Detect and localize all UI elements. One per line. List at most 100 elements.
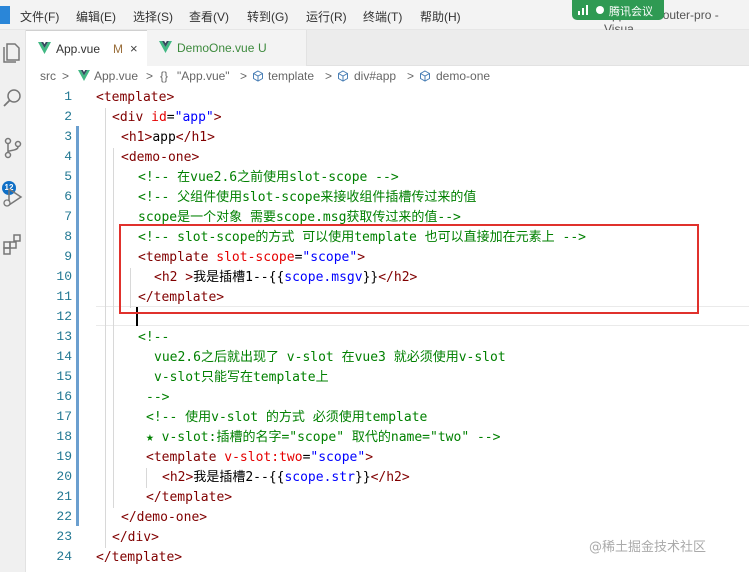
close-icon[interactable]: ×	[130, 41, 138, 56]
code-token: <div	[112, 110, 152, 125]
code-token: <demo-one>	[121, 150, 200, 165]
menu-go[interactable]: 转到(G)	[247, 8, 288, 25]
line-number: 24	[56, 549, 72, 564]
code-line: <!-- 父组件使用slot-scope来接收组件插槽传过来的值	[138, 188, 476, 208]
line-number: 22	[56, 509, 72, 524]
code-line: <demo-one>	[121, 148, 199, 168]
code-token: scope是一个对象 需要scope.msg获取传过来的值-->	[138, 210, 461, 225]
meeting-label: 腾讯会议	[609, 6, 653, 18]
code-line: <template v-slot:two="scope">	[146, 448, 373, 468]
vue-file-icon	[159, 41, 172, 53]
vscode-logo-icon	[0, 6, 10, 24]
breadcrumb-separator: >	[325, 69, 333, 83]
line-number: 21	[56, 489, 72, 504]
vue-file-icon	[38, 42, 51, 54]
line-number: 11	[56, 289, 72, 304]
menu-terminal[interactable]: 终端(T)	[363, 8, 402, 25]
code-token: <h2>	[162, 470, 194, 485]
menu-view[interactable]: 查看(V)	[189, 8, 229, 25]
code-token: </h1>	[175, 130, 215, 145]
breadcrumb-template[interactable]: template	[268, 69, 314, 83]
code-line: <div id="app">	[112, 108, 222, 128]
run-debug-icon[interactable]	[1, 185, 25, 209]
code-token: scope.str	[284, 470, 355, 485]
code-token: <!-- 使用v-slot 的方式 必须使用template	[146, 410, 428, 425]
line-number: 19	[56, 449, 72, 464]
recording-dot-icon	[596, 6, 604, 14]
line-number: 9	[64, 249, 72, 264]
code-line: </template>	[146, 488, 232, 508]
signal-bars-icon	[578, 5, 588, 15]
code-editor[interactable]: 1 2 3 4 5 6 7 8 9 10 11 12 13 14 15 16 17 18 19 20 21 22 23 24 …	[26, 88, 749, 572]
code-line: <!-- 使用v-slot 的方式 必须使用template	[146, 408, 427, 428]
menu-run[interactable]: 运行(R)	[306, 8, 347, 25]
code-token: v-slot只能写在template上	[154, 370, 329, 385]
code-token: </demo-one>	[121, 510, 208, 525]
code-token: v-slot:two	[224, 450, 303, 465]
code-line: -->	[146, 388, 169, 408]
code-line: <h2>我是插槽2--{{scope.str}}</h2>	[162, 468, 410, 488]
tab-demoone-vue[interactable]: DemoOne.vue U	[147, 30, 307, 66]
code-line: <!--	[138, 328, 169, 348]
code-token: 我是插槽2--{{	[193, 470, 285, 485]
code-token: >	[213, 110, 222, 125]
line-number: 23	[56, 529, 72, 544]
code-line: <template>	[96, 88, 174, 108]
line-number: 18	[56, 429, 72, 444]
breadcrumb-div-app[interactable]: div#app	[354, 69, 396, 83]
indent-guide	[105, 108, 106, 548]
meeting-overlay[interactable]: 腾讯会议	[572, 0, 664, 20]
cube-icon	[253, 70, 263, 82]
line-number: 4	[64, 149, 72, 164]
annotation-highlight-box	[119, 224, 699, 314]
breadcrumb-separator: >	[62, 69, 70, 83]
code-token: </template>	[96, 550, 183, 565]
code-token: >	[365, 450, 374, 465]
watermark: @稀土掘金技术社区	[589, 540, 707, 555]
menu-help[interactable]: 帮助(H)	[420, 8, 461, 25]
code-token: ★ v-slot:插槽的名字="scope" 取代的name="two" -->	[146, 430, 501, 445]
tab-app-vue[interactable]: App.vue M ×	[26, 30, 147, 66]
line-number: 1	[64, 89, 72, 104]
source-control-icon[interactable]	[1, 136, 25, 160]
code-token: </div>	[112, 530, 159, 545]
line-number: 7	[64, 209, 72, 224]
breadcrumb-src[interactable]: src	[40, 69, 56, 83]
code-token: <h1>	[121, 130, 153, 145]
breadcrumb-separator: >	[407, 69, 415, 83]
extensions-icon[interactable]	[1, 232, 25, 256]
breadcrumb-file[interactable]: App.vue	[94, 69, 138, 83]
menu-file[interactable]: 文件(F)	[20, 8, 59, 25]
code-line: </template>	[96, 548, 182, 568]
menu-edit[interactable]: 编辑(E)	[76, 8, 116, 25]
breadcrumb: src > App.vue > {} "App.vue" > template …	[26, 66, 749, 88]
code-line: <h1>app</h1>	[121, 128, 215, 148]
breadcrumb-demo-one[interactable]: demo-one	[436, 69, 490, 83]
breadcrumb-separator: >	[240, 69, 248, 83]
code-token: vue2.6之后就出现了 v-slot 在vue3 就必须使用v-slot	[154, 350, 506, 365]
cube-icon	[420, 70, 430, 82]
menu-bar: 文件(F) 编辑(E) 选择(S) 查看(V) 转到(G) 运行(R) 终端(T…	[0, 0, 749, 36]
search-icon[interactable]	[1, 86, 25, 110]
menu-selection[interactable]: 选择(S)	[133, 8, 173, 25]
line-number: 6	[64, 189, 72, 204]
breadcrumb-component[interactable]: "App.vue"	[177, 69, 230, 83]
code-line: </div>	[112, 528, 159, 548]
cube-icon	[338, 70, 348, 82]
code-token: </h2>	[370, 470, 410, 485]
line-number: 17	[56, 409, 72, 424]
line-number: 8	[64, 229, 72, 244]
code-token: -->	[146, 390, 170, 405]
editor-tabs: App.vue M × DemoOne.vue U	[26, 30, 749, 66]
code-token: <template>	[96, 90, 175, 105]
code-token: =	[166, 110, 175, 125]
line-number: 10	[56, 269, 72, 284]
code-line: </demo-one>	[121, 508, 207, 528]
explorer-icon[interactable]	[1, 40, 25, 64]
code-token: <template	[146, 450, 225, 465]
line-number: 16	[56, 389, 72, 404]
braces-icon: {}	[160, 69, 169, 83]
line-number: 2	[64, 109, 72, 124]
code-token: <!--	[138, 330, 170, 345]
code-token: <!-- 父组件使用slot-scope来接收组件插槽传过来的值	[138, 190, 477, 205]
